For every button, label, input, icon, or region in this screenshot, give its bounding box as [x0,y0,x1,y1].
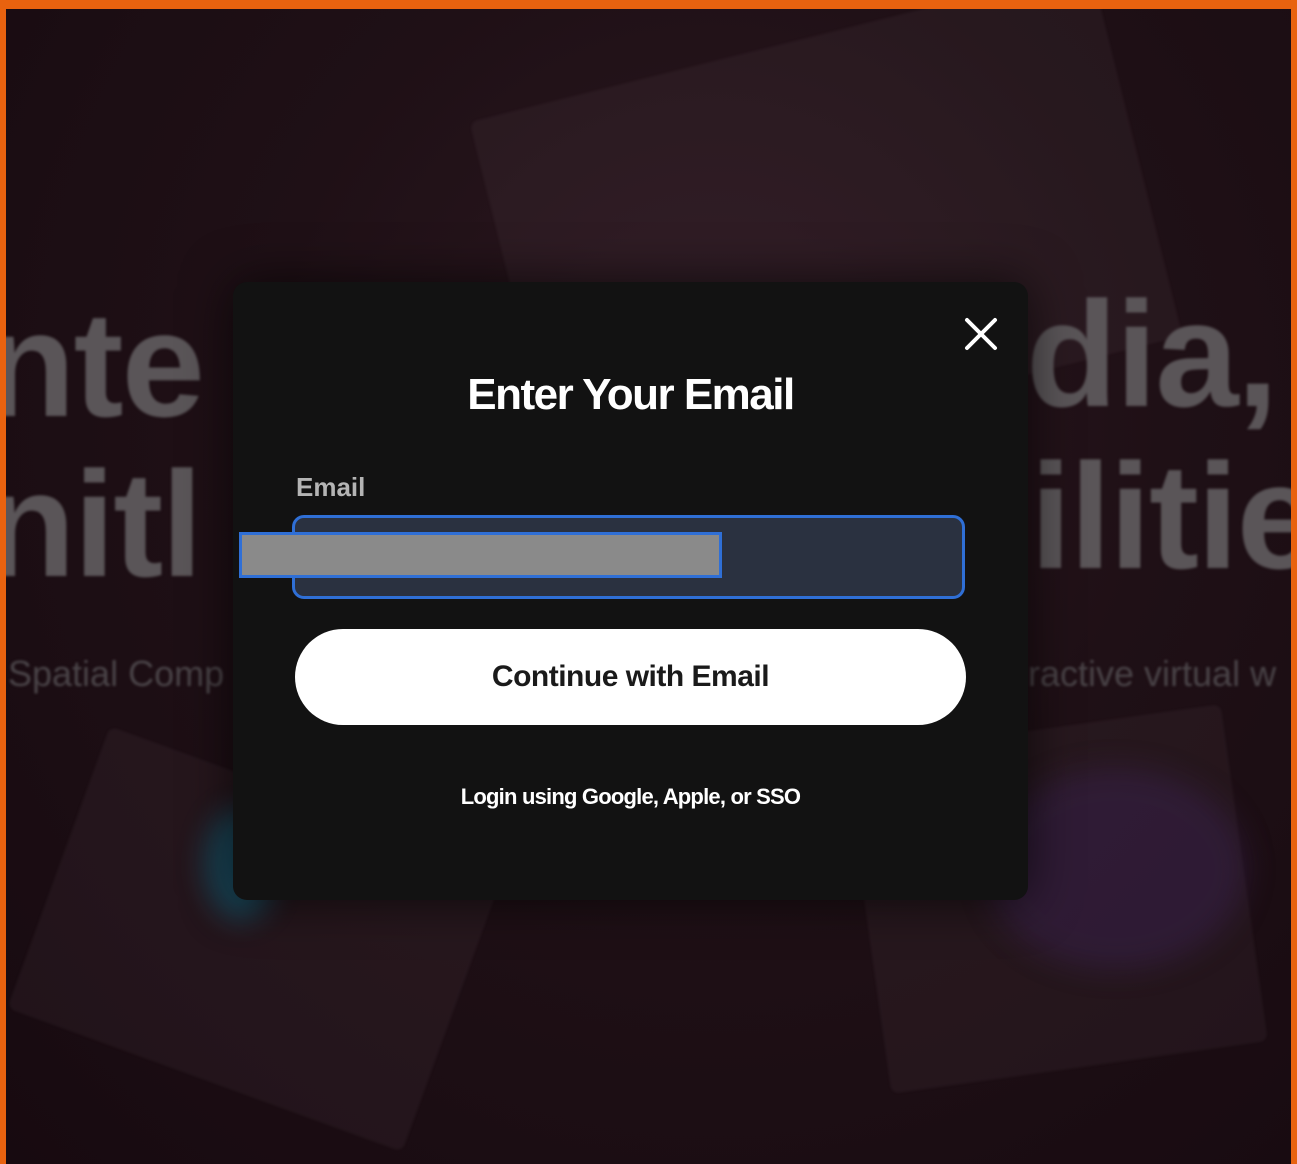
background-headline: ilitie [1030,432,1291,600]
alt-login-link[interactable]: Login using Google, Apple, or SSO [233,784,1028,810]
email-label: Email [296,472,366,502]
background-subtitle: ractive virtual w [1028,653,1277,694]
modal-title: Enter Your Email [467,370,795,419]
background-headline: dia, [1026,270,1278,438]
close-icon [965,318,997,350]
background-headline: nitl [6,440,203,608]
continue-with-email-button[interactable]: Continue with Email [295,629,966,725]
background-headline: nte [6,280,205,448]
close-button[interactable] [959,312,1003,356]
background-subtitle: Spatial Comp [8,653,225,694]
email-value-redaction [239,532,722,578]
email-login-modal: Enter Your Email Email Continue with Ema… [233,282,1028,900]
